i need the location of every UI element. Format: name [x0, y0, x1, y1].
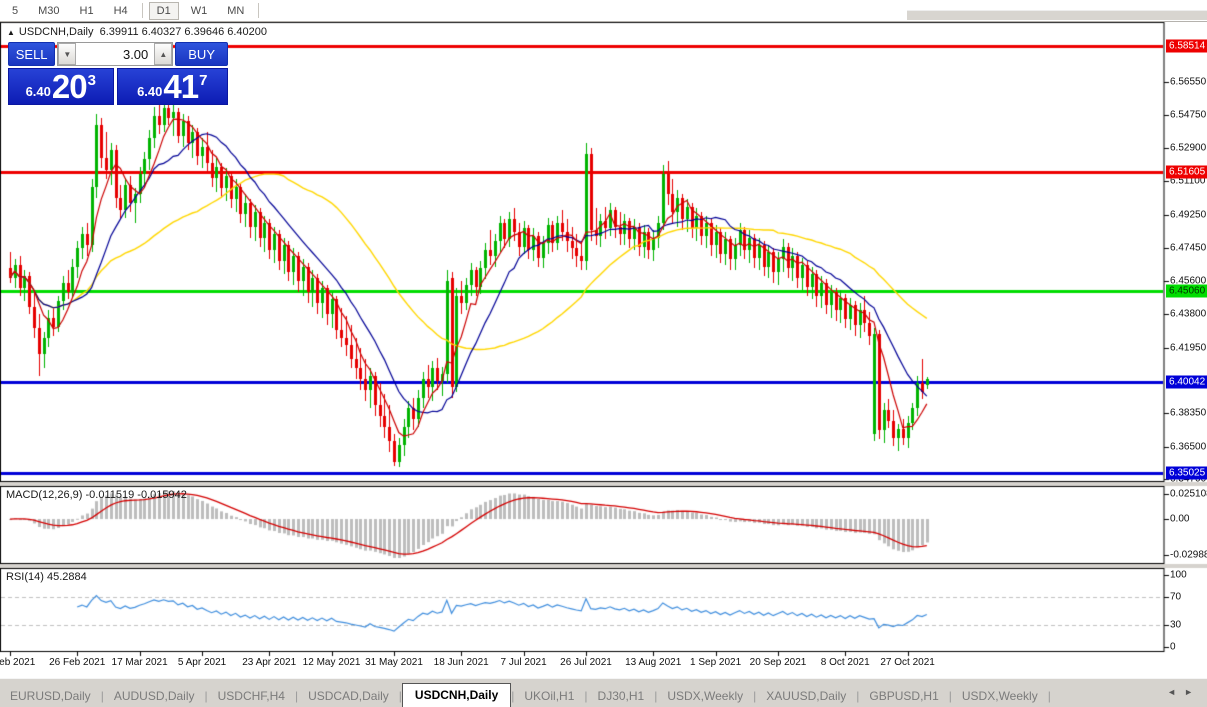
price-line-badge[interactable]: 6.51605 — [1166, 166, 1207, 179]
price-line-badge[interactable]: 6.45060 — [1166, 285, 1207, 298]
macd-main-value: -0.011519 — [85, 489, 134, 501]
date-axis-label: 8 Feb 2021 — [0, 657, 35, 668]
terminal-window: 5M30 H1H4 D1W1MN ▲ USDCNH,Daily 6.39911 6.4… — [0, 0, 1207, 707]
chart-tab-usdx-weekly[interactable]: USDX,Weekly — [952, 686, 1048, 707]
price-axis-tick: 6.47450 — [1170, 242, 1206, 253]
macd-label: MACD(12,26,9) -0.011519 -0.015942 — [6, 489, 187, 501]
price-line-badge[interactable]: 6.35025 — [1166, 467, 1207, 480]
price-axis-tick: 6.56550 — [1170, 77, 1206, 88]
chart-tab-xauusd-daily[interactable]: XAUUSD,Daily — [756, 686, 856, 707]
date-axis-label: 7 Jul 2021 — [501, 657, 547, 668]
rsi-value: 45.2884 — [47, 571, 87, 583]
date-axis-label: 26 Jul 2021 — [560, 657, 612, 668]
date-axis-label: 18 Jun 2021 — [434, 657, 489, 668]
price-axis-tick: 6.38350 — [1170, 408, 1206, 419]
timeframe-button-w1[interactable]: W1 — [183, 2, 216, 20]
chart-tab-usdcad-daily[interactable]: USDCAD,Daily — [298, 686, 399, 707]
price-line-badge[interactable]: 6.58514 — [1166, 40, 1207, 53]
sell-quote-box[interactable]: 6.40 20 3 — [8, 68, 114, 105]
toolbar-grip — [907, 10, 1207, 20]
macd-signal-value: -0.015942 — [137, 489, 187, 501]
timeframe-button-d1[interactable]: D1 — [149, 2, 179, 20]
rsi-label: RSI(14) 45.2884 — [6, 571, 87, 583]
price-axis-tick: 6.41950 — [1170, 342, 1206, 353]
sell-price-sup: 3 — [88, 72, 96, 89]
chart-tab-usdcnh-daily[interactable]: USDCNH,Daily — [402, 683, 511, 707]
price-line-badge[interactable]: 6.40042 — [1166, 376, 1207, 389]
sell-button[interactable]: SELL — [8, 42, 55, 66]
date-axis-label: 17 Mar 2021 — [112, 657, 168, 668]
chart-tabbar: EURUSD,Daily|AUDUSD,Daily|USDCHF,H4|USDC… — [0, 678, 1207, 707]
date-axis-label: 12 May 2021 — [303, 657, 361, 668]
price-axis-tick: 6.49250 — [1170, 209, 1206, 220]
date-axis-label: 1 Sep 2021 — [690, 657, 741, 668]
buy-quote-box[interactable]: 6.40 41 7 — [117, 68, 228, 105]
buy-price-big: 41 — [163, 70, 198, 103]
sell-price-small: 6.40 — [26, 84, 51, 99]
chart-tab-audusd-daily[interactable]: AUDUSD,Daily — [104, 686, 205, 707]
date-axis-label: 5 Apr 2021 — [178, 657, 226, 668]
toolbar-separator — [258, 3, 259, 18]
volume-input[interactable]: 3.00 — [76, 43, 154, 65]
rsi-axis-tick: 100 — [1170, 570, 1187, 581]
date-axis-label: 27 Oct 2021 — [880, 657, 934, 668]
macd-axis-tick: 0.025108 — [1170, 489, 1207, 500]
timeframe-button-h1[interactable]: H1 — [72, 2, 102, 20]
volume-increase-icon[interactable]: ▲ — [154, 43, 172, 65]
rsi-axis-tick: 70 — [1170, 591, 1181, 602]
chart-tab-usdx-weekly[interactable]: USDX,Weekly — [657, 686, 753, 707]
buy-price-sup: 7 — [199, 72, 207, 89]
tab-separator: | — [1048, 689, 1051, 707]
price-axis-tick: 6.43800 — [1170, 308, 1206, 319]
timeframe-button-5[interactable]: 5 — [4, 2, 26, 20]
macd-axis-tick: -0.029885 — [1170, 550, 1207, 561]
date-axis-label: 26 Feb 2021 — [49, 657, 105, 668]
price-axis-tick: 6.36500 — [1170, 441, 1206, 452]
date-axis-label: 23 Apr 2021 — [242, 657, 296, 668]
chart-tab-eurusd-daily[interactable]: EURUSD,Daily — [0, 686, 101, 707]
timeframe-button-mn[interactable]: MN — [219, 2, 252, 20]
date-axis-label: 20 Sep 2021 — [750, 657, 807, 668]
timeframe-button-m30[interactable]: M30 — [30, 2, 67, 20]
buy-button[interactable]: BUY — [175, 42, 228, 66]
price-axis-tick: 6.54750 — [1170, 109, 1206, 120]
timeframe-toolbar: 5M30 H1H4 D1W1MN — [0, 0, 1207, 22]
sell-price-big: 20 — [52, 70, 87, 103]
symbol-title: USDCNH,Daily — [19, 26, 94, 38]
collapse-panel-icon[interactable]: ▲ — [7, 28, 15, 37]
price-axis-tick: 6.52900 — [1170, 143, 1206, 154]
rsi-axis-tick: 0 — [1170, 642, 1176, 653]
date-axis-label: 8 Oct 2021 — [821, 657, 870, 668]
chart-tab-dj30-h1[interactable]: DJ30,H1 — [588, 686, 655, 707]
chart-title: ▲ USDCNH,Daily 6.39911 6.40327 6.39646 6.… — [7, 26, 267, 38]
one-click-trade-panel: SELL ▼ 3.00 ▲ BUY 6.40 20 3 6.40 41 7 — [8, 42, 228, 105]
volume-decrease-icon[interactable]: ▼ — [58, 43, 76, 65]
macd-axis-tick: 0.00 — [1170, 514, 1189, 525]
date-axis-label: 31 May 2021 — [365, 657, 423, 668]
date-axis-label: 13 Aug 2021 — [625, 657, 681, 668]
chart-tab-ukoil-h1[interactable]: UKOil,H1 — [514, 686, 584, 707]
timeframe-button-h4[interactable]: H4 — [106, 2, 136, 20]
chart-tab-usdchf-h4[interactable]: USDCHF,H4 — [208, 686, 295, 707]
tabs-scroll-left-icon[interactable]: ◄ — [1167, 687, 1184, 697]
toolbar-separator — [142, 3, 143, 18]
rsi-axis-tick: 30 — [1170, 620, 1181, 631]
chart-tab-gbpusd-h1[interactable]: GBPUSD,H1 — [859, 686, 948, 707]
ohlc-values: 6.39911 6.40327 6.39646 6.40200 — [100, 26, 267, 38]
volume-stepper: ▼ 3.00 ▲ — [57, 42, 173, 66]
tabs-scroll-right-icon[interactable]: ► — [1184, 687, 1201, 697]
buy-price-small: 6.40 — [137, 84, 162, 99]
